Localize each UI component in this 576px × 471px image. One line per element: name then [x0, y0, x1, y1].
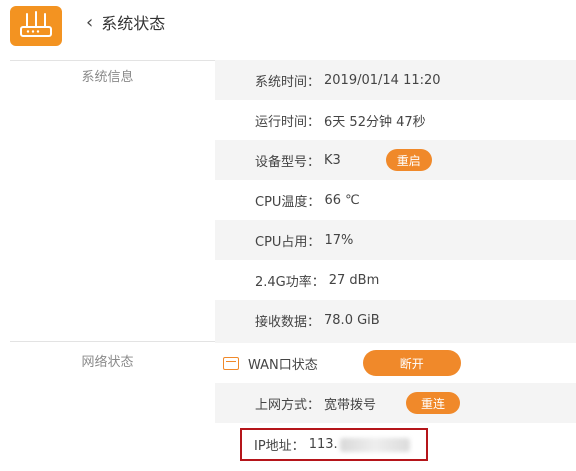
restart-button[interactable]: 重启	[385, 149, 432, 171]
system-time-label: 系统时间：	[255, 74, 321, 90]
uptime-label: 运行时间：	[255, 114, 321, 130]
received-data-value: 78.0 GiB	[324, 312, 380, 328]
row-connection-mode: 上网方式： 宽带拨号 重连	[215, 383, 576, 423]
cpu-temp-label: CPU温度：	[255, 194, 321, 210]
row-wan-status: WAN口状态 断开	[215, 343, 576, 383]
uptime-value: 6天 52分钟 47秒	[324, 114, 426, 130]
device-model-label: 设备型号：	[255, 154, 321, 170]
back-button[interactable]: ‹ 系统状态	[86, 10, 165, 34]
ip-address-label: IP地址：	[254, 439, 305, 454]
power-24g-value: 27 dBm	[328, 272, 380, 288]
ip-address-value: 113.	[308, 437, 338, 452]
router-icon	[20, 11, 52, 37]
ip-redacted-blur	[339, 437, 410, 452]
ip-address-highlight: IP地址： 113.	[240, 428, 428, 461]
cpu-usage-label: CPU占用：	[255, 234, 321, 250]
section-label-system-info: 系统信息	[81, 70, 134, 85]
section-label-network-status: 网络状态	[81, 355, 134, 370]
cpu-temp-value: 66 ℃	[324, 192, 360, 208]
row-received-data: 接收数据： 78.0 GiB	[215, 300, 576, 340]
system-time-value: 2019/01/14 11:20	[324, 72, 441, 88]
router-app-icon[interactable]	[10, 6, 62, 46]
row-device-model: 设备型号： K3 重启	[215, 140, 576, 180]
row-cpu-temp: CPU温度： 66 ℃	[215, 180, 576, 220]
device-model-value: K3	[324, 152, 341, 168]
received-data-label: 接收数据：	[255, 314, 321, 330]
power-24g-label: 2.4G功率：	[255, 274, 325, 290]
page-title: 系统状态	[101, 14, 166, 33]
disconnect-button[interactable]: 断开	[362, 350, 461, 376]
connection-mode-label: 上网方式：	[255, 397, 321, 413]
reconnect-button[interactable]: 重连	[406, 392, 461, 414]
wan-port-icon	[223, 356, 239, 370]
status-panel: 系统时间： 2019/01/14 11:20 运行时间： 6天 52分钟 47秒…	[215, 60, 576, 471]
cpu-usage-value: 17%	[324, 232, 354, 248]
row-system-time: 系统时间： 2019/01/14 11:20	[215, 60, 576, 100]
row-24g-power: 2.4G功率： 27 dBm	[215, 260, 576, 300]
section-divider	[10, 341, 215, 342]
connection-mode-value: 宽带拨号	[324, 397, 377, 413]
chevron-left-icon: ‹	[86, 11, 94, 33]
wan-status-label: WAN口状态	[248, 357, 318, 373]
row-cpu-usage: CPU占用： 17%	[215, 220, 576, 260]
row-uptime: 运行时间： 6天 52分钟 47秒	[215, 100, 576, 140]
